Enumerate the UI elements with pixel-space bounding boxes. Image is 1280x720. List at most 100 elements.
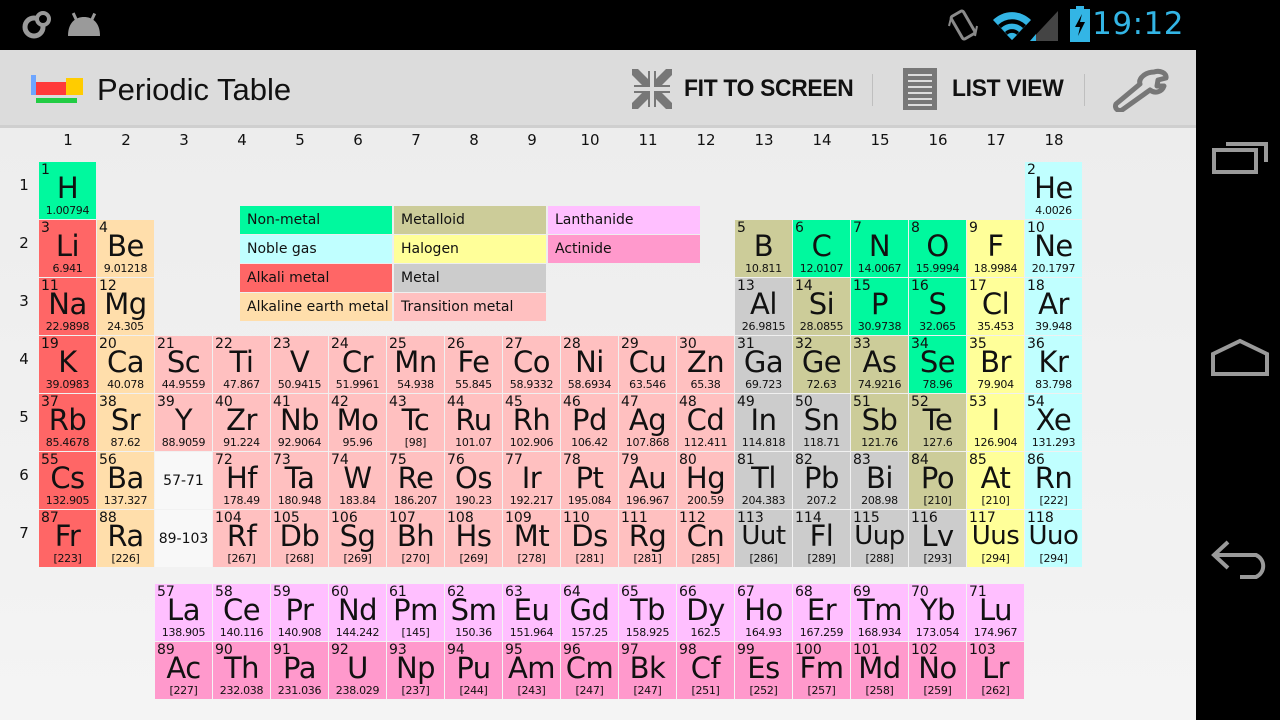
element-cell-n[interactable]: 7 N 14.0067 <box>851 220 908 277</box>
element-cell-rg[interactable]: 111 Rg [281] <box>619 510 676 567</box>
element-cell-pa[interactable]: 91 Pa 231.036 <box>271 642 328 699</box>
series-placeholder-57-71[interactable]: 57-71 <box>155 452 212 509</box>
element-cell-tl[interactable]: 81 Tl 204.383 <box>735 452 792 509</box>
element-cell-mn[interactable]: 25 Mn 54.938 <box>387 336 444 393</box>
element-cell-si[interactable]: 14 Si 28.0855 <box>793 278 850 335</box>
element-cell-uup[interactable]: 115 Uup [288] <box>851 510 908 567</box>
element-cell-al[interactable]: 13 Al 26.9815 <box>735 278 792 335</box>
element-cell-sb[interactable]: 51 Sb 121.76 <box>851 394 908 451</box>
element-cell-ag[interactable]: 47 Ag 107.868 <box>619 394 676 451</box>
element-cell-er[interactable]: 68 Er 167.259 <box>793 584 850 641</box>
element-cell-re[interactable]: 75 Re 186.207 <box>387 452 444 509</box>
element-cell-pm[interactable]: 61 Pm [145] <box>387 584 444 641</box>
element-cell-sg[interactable]: 106 Sg [269] <box>329 510 386 567</box>
element-cell-uuo[interactable]: 118 Uuo [294] <box>1025 510 1082 567</box>
element-cell-eu[interactable]: 63 Eu 151.964 <box>503 584 560 641</box>
element-cell-p[interactable]: 15 P 30.9738 <box>851 278 908 335</box>
element-cell-tb[interactable]: 65 Tb 158.925 <box>619 584 676 641</box>
element-cell-lv[interactable]: 116 Lv [293] <box>909 510 966 567</box>
element-cell-xe[interactable]: 54 Xe 131.293 <box>1025 394 1082 451</box>
element-cell-ge[interactable]: 32 Ge 72.63 <box>793 336 850 393</box>
element-cell-ce[interactable]: 58 Ce 140.116 <box>213 584 270 641</box>
element-cell-dy[interactable]: 66 Dy 162.5 <box>677 584 734 641</box>
element-cell-mt[interactable]: 109 Mt [278] <box>503 510 560 567</box>
element-cell-hs[interactable]: 108 Hs [269] <box>445 510 502 567</box>
element-cell-c[interactable]: 6 C 12.0107 <box>793 220 850 277</box>
element-cell-mg[interactable]: 12 Mg 24.305 <box>97 278 154 335</box>
element-cell-v[interactable]: 23 V 50.9415 <box>271 336 328 393</box>
element-cell-he[interactable]: 2 He 4.0026 <box>1025 162 1082 219</box>
element-cell-pd[interactable]: 46 Pd 106.42 <box>561 394 618 451</box>
element-cell-na[interactable]: 11 Na 22.9898 <box>39 278 96 335</box>
element-cell-fm[interactable]: 100 Fm [257] <box>793 642 850 699</box>
element-cell-db[interactable]: 105 Db [268] <box>271 510 328 567</box>
element-cell-ni[interactable]: 28 Ni 58.6934 <box>561 336 618 393</box>
element-cell-cr[interactable]: 24 Cr 51.9961 <box>329 336 386 393</box>
element-cell-tm[interactable]: 69 Tm 168.934 <box>851 584 908 641</box>
element-cell-fe[interactable]: 26 Fe 55.845 <box>445 336 502 393</box>
element-cell-ds[interactable]: 110 Ds [281] <box>561 510 618 567</box>
element-cell-cl[interactable]: 17 Cl 35.453 <box>967 278 1024 335</box>
element-cell-lu[interactable]: 71 Lu 174.967 <box>967 584 1024 641</box>
element-cell-md[interactable]: 101 Md [258] <box>851 642 908 699</box>
element-cell-cf[interactable]: 98 Cf [251] <box>677 642 734 699</box>
element-cell-ti[interactable]: 22 Ti 47.867 <box>213 336 270 393</box>
element-cell-no[interactable]: 102 No [259] <box>909 642 966 699</box>
element-cell-rn[interactable]: 86 Rn [222] <box>1025 452 1082 509</box>
element-cell-hf[interactable]: 72 Hf 178.49 <box>213 452 270 509</box>
element-cell-ta[interactable]: 73 Ta 180.948 <box>271 452 328 509</box>
element-cell-co[interactable]: 27 Co 58.9332 <box>503 336 560 393</box>
element-cell-ca[interactable]: 20 Ca 40.078 <box>97 336 154 393</box>
element-cell-os[interactable]: 76 Os 190.23 <box>445 452 502 509</box>
element-cell-rb[interactable]: 37 Rb 85.4678 <box>39 394 96 451</box>
element-cell-u[interactable]: 92 U 238.029 <box>329 642 386 699</box>
element-cell-ba[interactable]: 56 Ba 137.327 <box>97 452 154 509</box>
element-cell-br[interactable]: 35 Br 79.904 <box>967 336 1024 393</box>
wrench-icon[interactable] <box>1110 68 1170 112</box>
element-cell-hg[interactable]: 80 Hg 200.59 <box>677 452 734 509</box>
element-cell-ne[interactable]: 10 Ne 20.1797 <box>1025 220 1082 277</box>
element-cell-cd[interactable]: 48 Cd 112.411 <box>677 394 734 451</box>
element-cell-gd[interactable]: 64 Gd 157.25 <box>561 584 618 641</box>
element-cell-se[interactable]: 34 Se 78.96 <box>909 336 966 393</box>
element-cell-sm[interactable]: 62 Sm 150.36 <box>445 584 502 641</box>
element-cell-yb[interactable]: 70 Yb 173.054 <box>909 584 966 641</box>
element-cell-ga[interactable]: 31 Ga 69.723 <box>735 336 792 393</box>
element-cell-fr[interactable]: 87 Fr [223] <box>39 510 96 567</box>
element-cell-mo[interactable]: 42 Mo 95.96 <box>329 394 386 451</box>
element-cell-b[interactable]: 5 B 10.811 <box>735 220 792 277</box>
element-cell-po[interactable]: 84 Po [210] <box>909 452 966 509</box>
element-cell-au[interactable]: 79 Au 196.967 <box>619 452 676 509</box>
element-cell-zn[interactable]: 30 Zn 65.38 <box>677 336 734 393</box>
element-cell-lr[interactable]: 103 Lr [262] <box>967 642 1024 699</box>
element-cell-f[interactable]: 9 F 18.9984 <box>967 220 1024 277</box>
back-icon[interactable] <box>1210 538 1272 580</box>
element-cell-sc[interactable]: 21 Sc 44.9559 <box>155 336 212 393</box>
element-cell-pt[interactable]: 78 Pt 195.084 <box>561 452 618 509</box>
element-cell-es[interactable]: 99 Es [252] <box>735 642 792 699</box>
element-cell-i[interactable]: 53 I 126.904 <box>967 394 1024 451</box>
element-cell-o[interactable]: 8 O 15.9994 <box>909 220 966 277</box>
element-cell-pb[interactable]: 82 Pb 207.2 <box>793 452 850 509</box>
element-cell-ar[interactable]: 18 Ar 39.948 <box>1025 278 1082 335</box>
element-cell-y[interactable]: 39 Y 88.9059 <box>155 394 212 451</box>
element-cell-np[interactable]: 93 Np [237] <box>387 642 444 699</box>
element-cell-sn[interactable]: 50 Sn 118.71 <box>793 394 850 451</box>
element-cell-be[interactable]: 4 Be 9.01218 <box>97 220 154 277</box>
element-cell-am[interactable]: 95 Am [243] <box>503 642 560 699</box>
element-cell-ir[interactable]: 77 Ir 192.217 <box>503 452 560 509</box>
element-cell-nd[interactable]: 60 Nd 144.242 <box>329 584 386 641</box>
element-cell-cu[interactable]: 29 Cu 63.546 <box>619 336 676 393</box>
element-cell-zr[interactable]: 40 Zr 91.224 <box>213 394 270 451</box>
element-cell-cn[interactable]: 112 Cn [285] <box>677 510 734 567</box>
app-logo-icon[interactable] <box>30 74 86 104</box>
element-cell-ho[interactable]: 67 Ho 164.93 <box>735 584 792 641</box>
element-cell-ra[interactable]: 88 Ra [226] <box>97 510 154 567</box>
element-cell-uut[interactable]: 113 Uut [286] <box>735 510 792 567</box>
element-cell-bk[interactable]: 97 Bk [247] <box>619 642 676 699</box>
element-cell-bi[interactable]: 83 Bi 208.98 <box>851 452 908 509</box>
element-cell-uus[interactable]: 117 Uus [294] <box>967 510 1024 567</box>
element-cell-ru[interactable]: 44 Ru 101.07 <box>445 394 502 451</box>
element-cell-bh[interactable]: 107 Bh [270] <box>387 510 444 567</box>
element-cell-pr[interactable]: 59 Pr 140.908 <box>271 584 328 641</box>
